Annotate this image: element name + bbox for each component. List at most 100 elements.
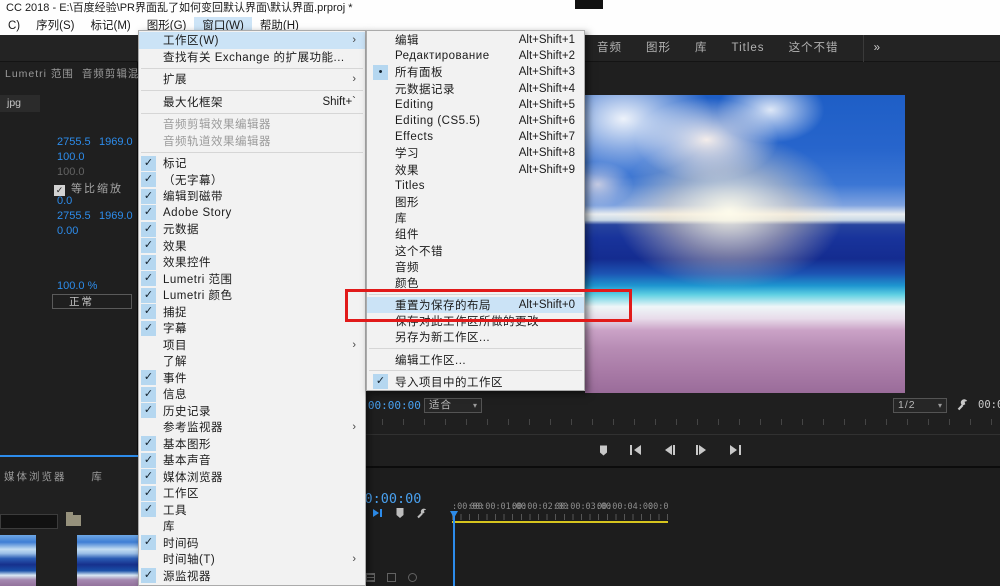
workspace-submenu-item[interactable]: ✓导入项目中的工作区	[367, 374, 584, 390]
media-thumbnail[interactable]	[0, 535, 36, 586]
go-to-out-icon[interactable]	[727, 443, 743, 457]
workspace-tab[interactable]: 图形	[646, 35, 695, 62]
effect-value[interactable]: 0.0	[57, 195, 99, 207]
workspace-tab[interactable]: 库	[695, 35, 732, 62]
save-layout-icon[interactable]	[387, 573, 396, 582]
check-icon: ✓	[141, 156, 156, 171]
window-menu-item[interactable]: 工作区(W)›	[139, 32, 365, 49]
timeline-ruler[interactable]	[452, 514, 668, 520]
workspace-submenu-item[interactable]: 图形	[367, 194, 584, 210]
workspace-submenu-item[interactable]: 库	[367, 210, 584, 226]
step-forward-icon[interactable]	[694, 443, 710, 457]
playhead-line[interactable]	[453, 512, 455, 586]
effect-value[interactable]: 2755.5	[57, 210, 99, 222]
track-list-icon[interactable]	[366, 573, 375, 582]
window-menu-item[interactable]: ✓捕捉	[139, 304, 365, 321]
window-menu-item[interactable]: ✓字幕	[139, 320, 365, 337]
workspace-submenu-item[interactable]: 效果Alt+Shift+9	[367, 162, 584, 178]
window-menu-item[interactable]: ✓效果控件	[139, 254, 365, 271]
effect-value[interactable]: 1969.0	[99, 210, 133, 222]
folder-icon[interactable]	[66, 515, 81, 526]
menu-item-label: （无字幕）	[163, 172, 223, 188]
add-marker-icon[interactable]	[595, 443, 611, 457]
effect-value[interactable]: 0.00	[57, 225, 99, 237]
window-menu: 工作区(W)›查找有关 Exchange 的扩展功能... 扩展› 最大化框架Shi…	[138, 30, 366, 586]
workspace-tab[interactable]: 音频	[597, 35, 646, 62]
window-menu-item[interactable]: ✓事件	[139, 370, 365, 387]
search-input[interactable]	[0, 514, 58, 529]
record-icon[interactable]	[408, 573, 417, 582]
wrench-icon[interactable]	[416, 507, 428, 519]
work-area-bar[interactable]	[452, 521, 668, 523]
program-monitor-ruler[interactable]	[340, 419, 1000, 425]
window-menu-item[interactable]: 库	[139, 518, 365, 535]
window-menu-item[interactable]: ✓媒体浏览器	[139, 469, 365, 486]
menubar-item[interactable]: C)	[0, 17, 28, 35]
tab-media-browser[interactable]: 媒体浏览器	[4, 471, 67, 483]
workspace-submenu-item[interactable]: 另存为新工作区...	[367, 329, 584, 345]
window-menu-item[interactable]: ✓元数据	[139, 221, 365, 238]
workspace-tab[interactable]: 这个不错	[789, 35, 863, 62]
window-menu-item[interactable]: ✓历史记录	[139, 403, 365, 420]
window-menu-item[interactable]: ✓基本图形	[139, 436, 365, 453]
window-menu-item[interactable]: ✓Lumetri 颜色	[139, 287, 365, 304]
window-menu-item[interactable]: 音频剪辑效果编辑器	[139, 116, 365, 133]
window-menu-item[interactable]: 时间轴(T)›	[139, 551, 365, 568]
menubar-item[interactable]: 序列(S)	[28, 17, 82, 35]
effect-value[interactable]: 2755.5	[57, 136, 99, 148]
window-menu-item[interactable]: 扩展›	[139, 71, 365, 88]
window-menu-item[interactable]: ✓效果	[139, 238, 365, 255]
clip-name-tab[interactable]: jpg	[0, 95, 40, 112]
window-menu-item[interactable]: 最大化框架Shift+`	[139, 94, 365, 111]
go-to-in-icon[interactable]	[628, 443, 644, 457]
menubar-item[interactable]: 标记(M)	[82, 17, 138, 35]
window-menu-item[interactable]: ✓工具	[139, 502, 365, 519]
window-menu-item[interactable]: ✓Adobe Story	[139, 205, 365, 222]
effect-value[interactable]: 1969.0	[99, 136, 133, 148]
workspace-submenu-item[interactable]: 学习Alt+Shift+8	[367, 145, 584, 161]
workspace-submenu-item[interactable]: EffectsAlt+Shift+7	[367, 129, 584, 145]
window-menu-item[interactable]: ✓信息	[139, 386, 365, 403]
media-thumbnail[interactable]	[77, 535, 143, 586]
window-menu-item[interactable]: ✓时间码	[139, 535, 365, 552]
wrench-icon[interactable]	[956, 398, 969, 412]
window-menu-item[interactable]: ✓基本声音	[139, 452, 365, 469]
playback-resolution-select[interactable]: 1/2 ▾	[893, 398, 947, 413]
window-menu-item[interactable]: 音频轨道效果编辑器	[139, 133, 365, 150]
window-menu-item[interactable]: ✓源监视器	[139, 568, 365, 585]
window-menu-item[interactable]: ✓标记	[139, 155, 365, 172]
tab-libraries[interactable]: 库	[91, 471, 104, 483]
workspace-submenu-item[interactable]: Titles	[367, 178, 584, 194]
window-menu-item[interactable]: 参考监视器›	[139, 419, 365, 436]
workspace-submenu-item[interactable]: Editing (CS5.5)Alt+Shift+6	[367, 113, 584, 129]
overflow-chevron-icon[interactable]: »	[863, 35, 890, 62]
tab-audio-clip-mixer[interactable]: 音频剪辑混合	[82, 68, 138, 80]
tab-lumetri-scopes[interactable]: Lumetri 范围	[5, 68, 74, 80]
workspace-submenu-item[interactable]: 编辑工作区...	[367, 352, 584, 368]
window-menu-item[interactable]: ✓（无字幕）	[139, 172, 365, 189]
window-menu-item[interactable]: ✓工作区	[139, 485, 365, 502]
marker-icon[interactable]	[395, 507, 405, 519]
effect-value[interactable]: 100.0 %	[57, 280, 99, 292]
step-back-icon[interactable]	[661, 443, 677, 457]
effect-value[interactable]: 100.0	[57, 151, 99, 163]
effect-value[interactable]: 100.0	[57, 166, 99, 178]
workspace-submenu-item[interactable]: 音频	[367, 259, 584, 275]
blend-mode-select[interactable]: 正常	[52, 294, 132, 309]
workspace-submenu-item[interactable]: 组件	[367, 226, 584, 242]
zoom-level-select[interactable]: 适合 ▾	[424, 398, 482, 413]
window-menu-item[interactable]: 了解	[139, 353, 365, 370]
workspace-submenu-item[interactable]: •所有面板Alt+Shift+3	[367, 64, 584, 80]
window-menu-item[interactable]: 项目›	[139, 337, 365, 354]
workspace-submenu-item[interactable]: 这个不错	[367, 242, 584, 258]
window-menu-item[interactable]: ✓Lumetri 范围	[139, 271, 365, 288]
workspace-submenu-item[interactable]: РедактированиеAlt+Shift+2	[367, 48, 584, 64]
window-menu-item[interactable]: 查找有关 Exchange 的扩展功能...	[139, 49, 365, 66]
snap-icon[interactable]	[372, 507, 384, 519]
submenu-arrow-icon: ›	[352, 34, 356, 46]
workspace-tab[interactable]: Titles	[732, 35, 789, 62]
workspace-submenu-item[interactable]: 元数据记录Alt+Shift+4	[367, 81, 584, 97]
workspace-submenu-item[interactable]: 编辑Alt+Shift+1	[367, 32, 584, 48]
workspace-submenu-item[interactable]: EditingAlt+Shift+5	[367, 97, 584, 113]
window-menu-item[interactable]: ✓编辑到磁带	[139, 188, 365, 205]
